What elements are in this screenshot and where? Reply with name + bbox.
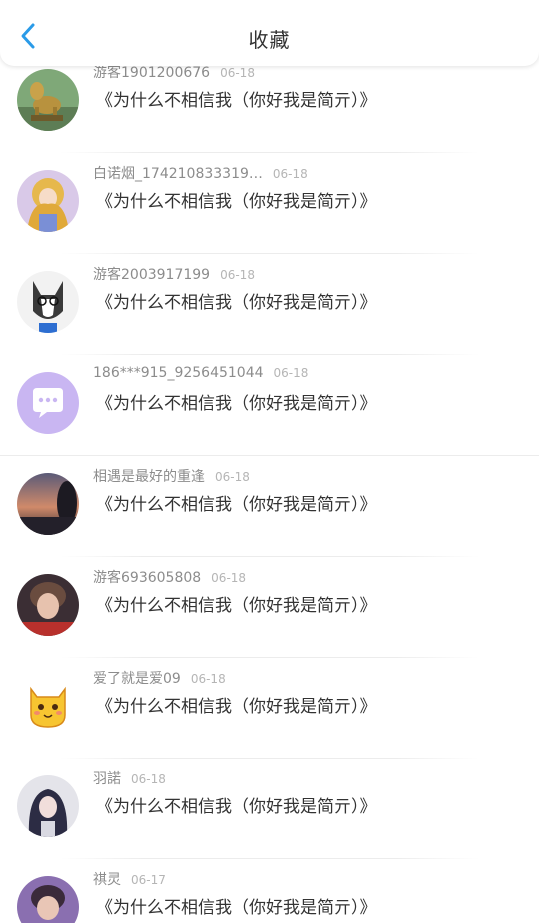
user-name: 186***915_9256451044 06-18	[93, 365, 309, 381]
avatar[interactable]	[17, 170, 79, 232]
favorites-list: 游客1901200676 06-18 《为什么不相信我（你好我是简亓）》 白诺烟_…	[0, 0, 539, 923]
list-item[interactable]: 白诺烟_174210833319… 06-18 《为什么不相信我（你好我是简亓）》	[0, 153, 539, 254]
item-content[interactable]: 《为什么不相信我（你好我是简亓）》	[96, 86, 377, 111]
item-date: 06-18	[220, 268, 255, 282]
list-item[interactable]: 祺灵 06-17 《为什么不相信我（你好我是简亓）》	[0, 859, 539, 923]
user-name: 爱了就是爱09 06-18	[93, 671, 226, 687]
list-item[interactable]: 游客2003917199 06-18 《为什么不相信我（你好我是简亓）》	[0, 254, 539, 355]
avatar[interactable]	[17, 574, 79, 636]
avatar[interactable]	[17, 271, 79, 333]
item-date: 06-18	[211, 571, 247, 585]
item-date: 06-17	[131, 873, 166, 887]
list-item[interactable]: 186***915_9256451044 06-18 《为什么不相信我（你好我是简…	[0, 355, 539, 456]
avatar[interactable]	[17, 372, 79, 434]
avatar[interactable]	[17, 69, 79, 131]
item-date: 06-18	[220, 66, 255, 80]
avatar[interactable]	[17, 775, 79, 837]
item-content[interactable]: 《为什么不相信我（你好我是简亓）》	[96, 792, 377, 817]
item-content[interactable]: 《为什么不相信我（你好我是简亓）》	[96, 187, 377, 212]
item-date: 06-18	[273, 366, 309, 380]
item-date: 06-18	[215, 470, 250, 484]
list-item[interactable]: 游客1901200676 06-18 《为什么不相信我（你好我是简亓）》	[0, 52, 539, 153]
user-name: 游客2003917199 06-18	[93, 267, 255, 283]
avatar[interactable]	[17, 473, 79, 535]
item-date: 06-18	[272, 167, 308, 181]
list-item[interactable]: 羽諾 06-18 《为什么不相信我（你好我是简亓）》	[0, 758, 539, 859]
item-content[interactable]: 《为什么不相信我（你好我是简亓）》	[96, 389, 377, 414]
item-content[interactable]: 《为什么不相信我（你好我是简亓）》	[96, 893, 377, 918]
page-title: 收藏	[248, 28, 291, 52]
avatar[interactable]	[17, 876, 79, 923]
top-bar: 收藏	[0, 0, 539, 66]
list-item[interactable]: 爱了就是爱09 06-18 《为什么不相信我（你好我是简亓）》	[0, 658, 539, 759]
user-name: 白诺烟_174210833319… 06-18	[93, 166, 308, 182]
item-content[interactable]: 《为什么不相信我（你好我是简亓）》	[96, 288, 377, 313]
list-item[interactable]: 游客693605808 06-18 《为什么不相信我（你好我是简亓）》	[0, 557, 539, 658]
avatar[interactable]	[17, 675, 79, 737]
user-name: 相遇是最好的重逢 06-18	[93, 469, 250, 485]
item-content[interactable]: 《为什么不相信我（你好我是简亓）》	[96, 490, 377, 515]
item-content[interactable]: 《为什么不相信我（你好我是简亓）》	[96, 591, 377, 616]
user-name: 游客693605808 06-18	[93, 570, 247, 586]
item-content[interactable]: 《为什么不相信我（你好我是简亓）》	[96, 692, 377, 717]
item-date: 06-18	[131, 772, 166, 786]
user-name: 羽諾 06-18	[93, 771, 166, 787]
item-date: 06-18	[190, 672, 226, 686]
user-name: 祺灵 06-17	[93, 872, 166, 888]
list-item[interactable]: 相遇是最好的重逢 06-18 《为什么不相信我（你好我是简亓）》	[0, 456, 539, 557]
